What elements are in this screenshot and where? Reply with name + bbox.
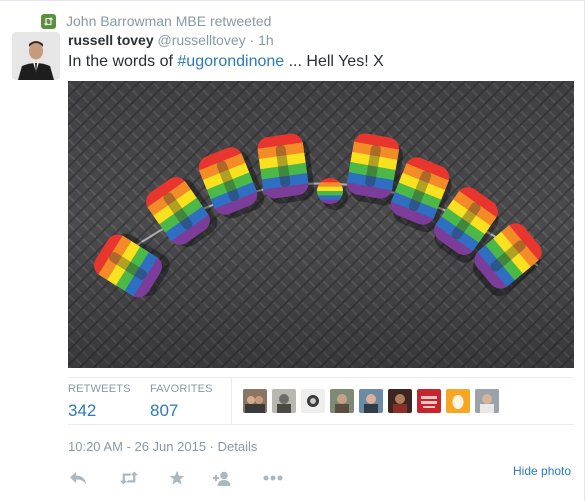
more-icon[interactable]: [263, 469, 283, 487]
display-name[interactable]: russell tovey: [68, 32, 154, 48]
tweet-text: In the words of #ugorondinone ... Hell Y…: [68, 52, 384, 72]
follow-icon[interactable]: [213, 469, 233, 487]
header-separator: ·: [249, 32, 255, 48]
retweet-icon[interactable]: [119, 469, 139, 487]
retweets-label: RETWEETS: [68, 383, 131, 395]
retweet-context-text[interactable]: John Barrowman MBE retweeted: [66, 13, 271, 29]
reply-icon[interactable]: [68, 469, 88, 487]
retweets-count: 342: [68, 401, 97, 420]
tweet-photo[interactable]: [68, 81, 574, 368]
tweet-text-after: ... Hell Yes! X: [284, 53, 384, 70]
tweet-meta: 10:20 AM - 26 Jun 2015 · Details: [68, 439, 257, 454]
timestamp: 10:20 AM - 26 Jun 2015: [68, 439, 207, 454]
favorites-label: FAVORITES: [150, 383, 213, 395]
tweet-header: russell tovey @russelltovey · 1h: [68, 31, 274, 49]
stats-top-divider: [68, 377, 574, 378]
favorites-count: 807: [150, 401, 179, 420]
favoriter-avatar[interactable]: [388, 389, 412, 413]
hashtag-link[interactable]: #ugorondinone: [177, 53, 284, 70]
favoriter-avatar[interactable]: [243, 389, 267, 413]
photo-image: [68, 81, 574, 368]
tweet-actions: [68, 469, 283, 487]
tweet-text-before: In the words of: [68, 53, 178, 70]
favoriter-avatar[interactable]: [359, 389, 383, 413]
favorites-stat[interactable]: FAVORITES 807: [150, 383, 213, 421]
avatar[interactable]: [12, 32, 60, 80]
details-link[interactable]: Details: [218, 439, 258, 454]
favoriter-avatar[interactable]: [446, 389, 470, 413]
favoriters-list: [243, 389, 504, 413]
user-handle[interactable]: @russelltovey: [158, 32, 246, 48]
hide-photo-link[interactable]: Hide photo: [513, 464, 571, 478]
favoriter-avatar[interactable]: [417, 389, 441, 413]
retweets-stat[interactable]: RETWEETS 342: [68, 383, 131, 421]
stats-bottom-divider: [68, 424, 574, 425]
frame-top-border: [0, 0, 585, 1]
tweet-time[interactable]: 1h: [258, 32, 274, 48]
retweet-context: John Barrowman MBE retweeted: [41, 12, 271, 30]
star-icon[interactable]: [167, 469, 187, 487]
favoriter-avatar[interactable]: [301, 389, 325, 413]
favoriter-avatar[interactable]: [475, 389, 499, 413]
favoriter-avatar[interactable]: [330, 389, 354, 413]
stats-vertical-divider: [231, 377, 232, 424]
favoriter-avatar[interactable]: [272, 389, 296, 413]
meta-separator: ·: [209, 439, 215, 454]
retweet-icon: [41, 13, 56, 29]
